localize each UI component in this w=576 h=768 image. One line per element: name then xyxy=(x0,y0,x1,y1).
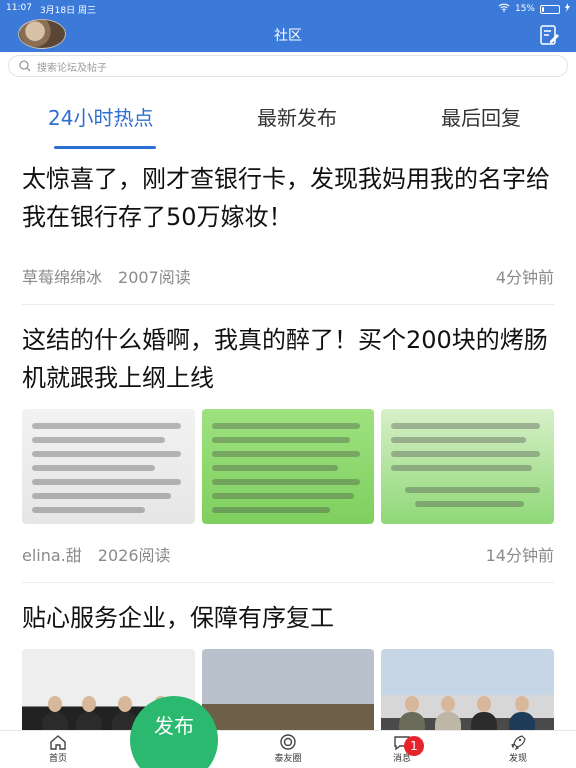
compose-button[interactable] xyxy=(538,24,560,46)
post-title[interactable]: 这结的什么婚啊，我真的醉了！买个200块的烤肠机就跟我上纲上线 xyxy=(22,321,554,397)
post-image[interactable] xyxy=(22,409,195,524)
edit-icon xyxy=(540,25,559,45)
tab-hot[interactable]: 24小时热点 xyxy=(48,102,153,131)
post-item[interactable]: 这结的什么婚啊，我真的醉了！买个200块的烤肠机就跟我上纲上线 elina.甜 … xyxy=(22,321,555,566)
battery-icon xyxy=(540,4,560,14)
tab-discover-label: 发现 xyxy=(508,754,527,764)
post-meta: 草莓绵绵冰 2007阅读 4分钟前 xyxy=(22,264,554,288)
post-reads: 2007阅读 xyxy=(118,268,191,287)
app-header: 社区 xyxy=(0,18,576,52)
post-time: 4分钟前 xyxy=(495,268,554,287)
battery-percent: 15% xyxy=(514,4,535,14)
divider xyxy=(22,304,554,305)
home-icon xyxy=(50,735,66,750)
message-badge: 1 xyxy=(404,736,424,756)
post-time: 14分钟前 xyxy=(485,546,554,565)
post-author[interactable]: 草莓绵绵冰 xyxy=(22,264,102,288)
rocket-icon xyxy=(511,735,526,750)
search-bar: 搜索论坛及帖子 xyxy=(0,52,576,82)
post-feed: 太惊喜了，刚才查银行卡，发现我妈用我的名字给我在银行存了50万嫁妆！ 草莓绵绵冰… xyxy=(22,160,555,764)
tab-circle[interactable]: 泰友圈 xyxy=(258,734,318,764)
post-reads: 2026阅读 xyxy=(97,546,171,565)
post-meta: elina.甜 2026阅读 14分钟前 xyxy=(22,542,554,566)
post-image[interactable] xyxy=(381,409,555,524)
bottom-tab-bar: 首页 泰友圈 消息 发现 xyxy=(0,730,576,768)
tab-discover[interactable]: 发现 xyxy=(488,734,548,764)
search-input[interactable]: 搜索论坛及帖子 xyxy=(8,55,568,77)
post-images xyxy=(22,409,555,524)
post-image[interactable] xyxy=(201,409,375,524)
search-icon xyxy=(19,60,31,72)
tab-last-reply[interactable]: 最后回复 xyxy=(441,102,521,131)
status-time: 11:07 xyxy=(6,2,32,13)
tab-circle-label: 泰友圈 xyxy=(274,754,302,764)
wifi-icon xyxy=(498,3,510,15)
avatar[interactable] xyxy=(18,19,66,49)
circle-icon xyxy=(280,734,296,750)
post-title[interactable]: 太惊喜了，刚才查银行卡，发现我妈用我的名字给我在银行存了50万嫁妆！ xyxy=(22,160,554,236)
post-author[interactable]: elina.甜 xyxy=(22,542,82,566)
charging-icon xyxy=(565,3,570,15)
divider xyxy=(22,582,554,583)
post-item[interactable]: 太惊喜了，刚才查银行卡，发现我妈用我的名字给我在银行存了50万嫁妆！ 草莓绵绵冰… xyxy=(22,160,554,288)
tab-home-label: 首页 xyxy=(48,754,67,764)
page-title: 社区 xyxy=(274,28,302,44)
search-placeholder: 搜索论坛及帖子 xyxy=(37,62,107,74)
feed-tabs: 24小时热点 最新发布 最后回复 xyxy=(0,90,576,152)
tab-latest[interactable]: 最新发布 xyxy=(257,102,337,131)
post-title[interactable]: 贴心服务企业，保障有序复工 xyxy=(22,599,554,637)
status-date: 3月18日 周三 xyxy=(39,5,96,16)
publish-label: 发布 xyxy=(154,714,194,738)
tab-active-indicator xyxy=(54,146,156,149)
tab-home[interactable]: 首页 xyxy=(28,734,88,764)
status-bar: 11:07 3月18日 周三 15% xyxy=(0,0,576,18)
